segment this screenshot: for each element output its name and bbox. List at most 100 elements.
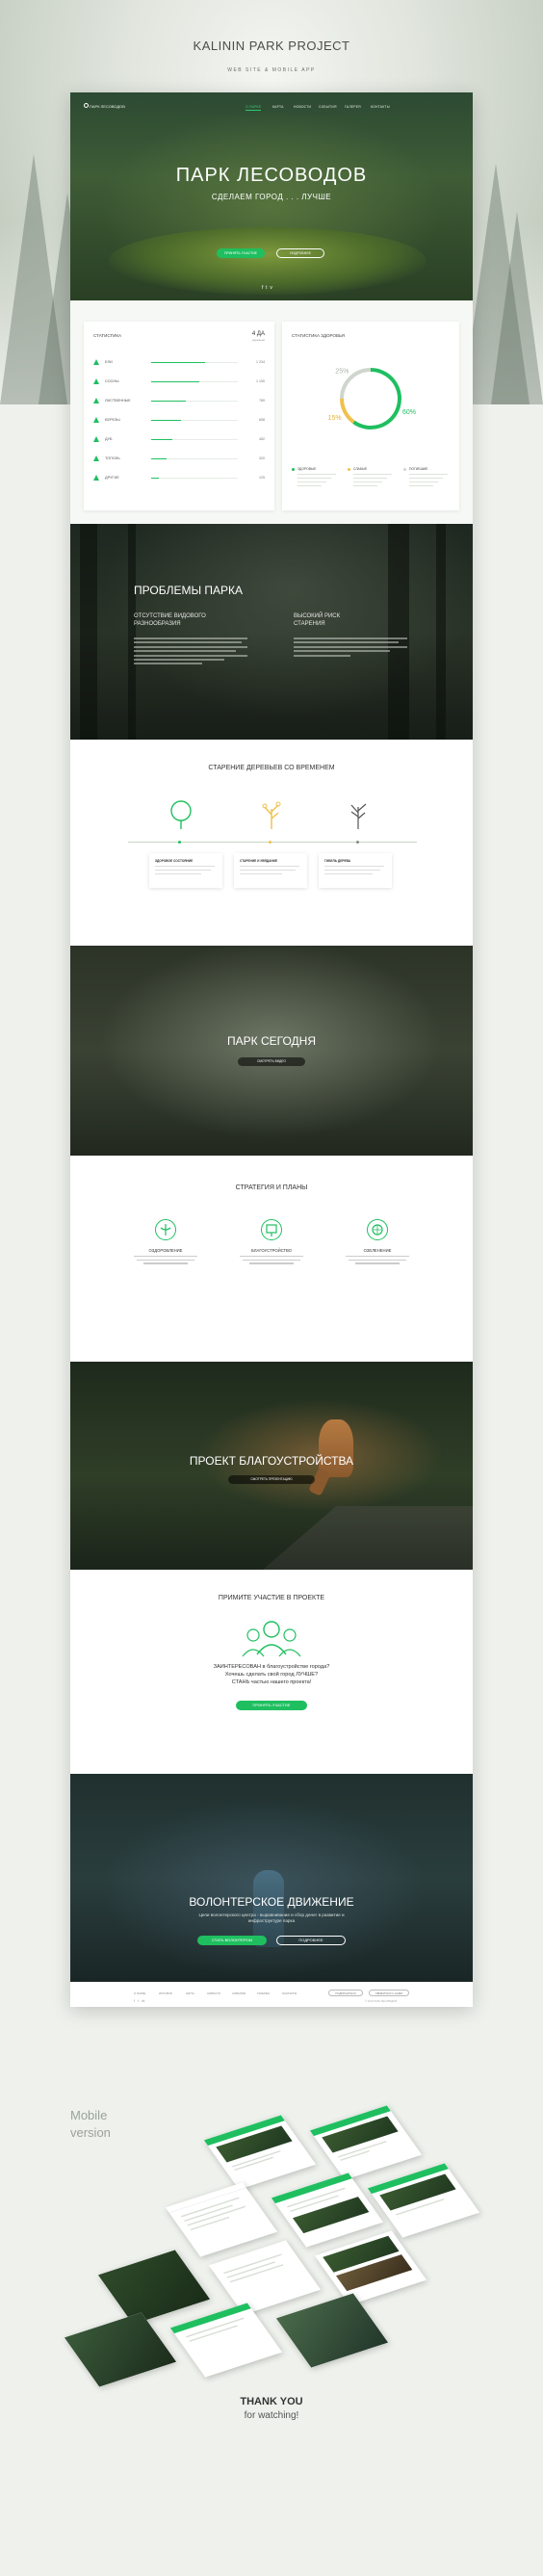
- nav-item-gallery[interactable]: ГАЛЕРЕЯ: [345, 105, 361, 109]
- view-presentation-button[interactable]: СМОТРЕТЬ ПРЕЗЕНТАЦИЮ: [228, 1475, 315, 1484]
- legend-text-line: [409, 481, 438, 483]
- tree-icon: [93, 398, 99, 403]
- strategy-greening-title: ОЗЕЛЕНЕНИЕ: [363, 1248, 392, 1253]
- deer-image: [319, 1419, 353, 1477]
- footer-facebook-icon[interactable]: f: [134, 1999, 135, 2003]
- improvement-icon: [261, 1219, 282, 1240]
- problems-title: ПРОБЛЕМЫ ПАРКА: [134, 584, 244, 597]
- footer-link-about[interactable]: О ПАРКЕ: [134, 1991, 145, 1995]
- footer-link-contacts[interactable]: КОНТАКТЫ: [282, 1991, 297, 1995]
- nav-item-map[interactable]: КАРТА: [272, 105, 284, 109]
- stat-row-value: 125: [259, 476, 265, 480]
- thank-you-title: THANK YOU: [240, 2396, 303, 2407]
- donut-label: 60%: [402, 409, 416, 416]
- legend-text-line: [353, 481, 382, 483]
- footer-social-icons: f t vk: [134, 1999, 144, 2003]
- stat-bar-fill: [151, 420, 181, 422]
- nav-item-about[interactable]: О ПАРКЕ: [246, 105, 261, 109]
- tree-icon: [93, 378, 99, 384]
- legend-text-line: [297, 478, 331, 480]
- improvement-project-section: ПРОЕКТ БЛАГОУСТРОЙСТВА СМОТРЕТЬ ПРЕЗЕНТА…: [70, 1362, 473, 1570]
- twitter-icon[interactable]: t: [266, 285, 267, 291]
- stat-bar-fill: [151, 439, 172, 441]
- legend-text-line: [353, 485, 377, 487]
- legend-label: ПОГИБШИЕ: [409, 467, 428, 471]
- participate-title: ПРИМИТЕ УЧАСТИЕ В ПРОЕКТЕ: [218, 1595, 325, 1601]
- legend-label: СЛАБЫЕ: [353, 467, 368, 471]
- nav-item-news[interactable]: НОВОСТИ: [294, 105, 311, 109]
- subscribe-button[interactable]: ПОДПИСАТЬСЯ: [328, 1990, 363, 1996]
- strategy-healing-text: [134, 1256, 197, 1264]
- tree-icon: [93, 417, 99, 423]
- legend-label: ЗДОРОВЫЕ: [297, 467, 317, 471]
- footer-vk-icon[interactable]: vk: [142, 1999, 145, 2003]
- watch-video-button[interactable]: СМОТРЕТЬ ВИДЕО: [238, 1057, 305, 1066]
- nav-item-events[interactable]: СОБЫТИЯ: [319, 105, 337, 109]
- donut-segment: [340, 398, 355, 424]
- become-volunteer-button[interactable]: СТАТЬ ВОЛОНТЕРОМ: [197, 1936, 267, 1945]
- hero-section: ПАРК ЛЕСОВОДОВ О ПАРКЕ КАРТА НОВОСТИ СОБ…: [70, 92, 473, 300]
- footer-link-news[interactable]: НОВОСТИ: [207, 1991, 220, 1995]
- tree-icon: [93, 455, 99, 461]
- statistics-section: СТАТИСТИКА 4 ДА деревьев ЕЛИ 1 234 СОСНЫ 1 …: [70, 300, 473, 524]
- footer-link-history[interactable]: ИСТОРИЯ: [159, 1991, 172, 1995]
- tree-icon: [93, 359, 99, 365]
- project-title: ПРОЕКТ БЛАГОУСТРОЙСТВА: [189, 1454, 354, 1468]
- aging-timeline: [128, 842, 417, 843]
- stat-bar-fill: [151, 458, 168, 460]
- stat-row-value: 320: [259, 456, 265, 460]
- mobile-screen: [314, 2230, 427, 2305]
- volunteers-more-button[interactable]: ПОДРОБНЕЕ: [276, 1936, 346, 1945]
- mobile-screen: [271, 2173, 384, 2248]
- contact-us-button[interactable]: СВЯЗАТЬСЯ С НАМИ: [369, 1990, 409, 1996]
- stat-row-value: 658: [259, 418, 265, 422]
- nav-logo[interactable]: ПАРК ЛЕСОВОДОВ: [90, 104, 125, 109]
- stat-row-value: 452: [259, 437, 265, 441]
- hero-more-button[interactable]: ПОДРОБНЕЕ: [276, 248, 324, 258]
- presentation-title: KALININ PARK PROJECT: [193, 39, 350, 53]
- participate-line-3: СТАНЬ частью нашего проекта!: [231, 1679, 312, 1685]
- footer-link-gallery[interactable]: ГАЛЕРЕЯ: [257, 1991, 270, 1995]
- footer-link-events[interactable]: СОБЫТИЯ: [232, 1991, 246, 1995]
- strategy-healing-title: ОЗДОРОВЛЕНИЕ: [148, 1248, 183, 1253]
- mobile-screen: [97, 2250, 211, 2325]
- mobile-screen: [203, 2115, 317, 2190]
- donut-segment: [352, 368, 401, 429]
- footer-twitter-icon[interactable]: t: [138, 1999, 139, 2003]
- stat-row-value: 1 100: [256, 379, 265, 383]
- stats-total: 4 ДА: [251, 331, 265, 337]
- legend-text-line: [353, 478, 387, 480]
- hero-participate-button[interactable]: ПРИНЯТЬ УЧАСТИЕ: [217, 248, 265, 258]
- stat-row-label: ДУБ: [105, 437, 113, 441]
- participate-line-1: ЗАИНТЕРЕСОВАН в благоустройстве города?: [213, 1664, 330, 1670]
- healing-icon: [155, 1219, 176, 1240]
- participate-line-2: Хочешь сделать свой город ЛУЧШЕ?: [224, 1672, 319, 1678]
- stat-row-label: ДРУГИЕ: [105, 476, 119, 480]
- stat-bar-fill: [151, 401, 186, 403]
- aging-tree-icon: [262, 801, 281, 829]
- legend-text-line: [297, 481, 326, 483]
- mobile-version-label: Mobile version: [70, 2108, 111, 2140]
- facebook-icon[interactable]: f: [262, 285, 263, 291]
- mobile-screen: [64, 2312, 177, 2387]
- aging-section: СТАРЕНИЕ ДЕРЕВЬЕВ СО ВРЕМЕНЕМ ЗДОРОВОЕ С…: [70, 740, 473, 946]
- health-title: СТАТИСТИКА ЗДОРОВЬЯ: [292, 333, 345, 338]
- stats-title: СТАТИСТИКА: [93, 333, 122, 338]
- stat-row-label: ЕЛИ: [105, 360, 113, 364]
- stat-bar-track: [151, 478, 238, 480]
- healthy-tree-icon: [170, 800, 192, 829]
- greening-icon: [367, 1219, 388, 1240]
- problems-section: ПРОБЛЕМЫ ПАРКА ОТСУТСТВИЕ ВИДОВОГО РАЗНО…: [70, 524, 473, 740]
- stat-row-label: СОСНЫ: [105, 379, 119, 383]
- hero-subtitle: СДЕЛАЕМ ГОРОД . . . ЛУЧШЕ: [211, 193, 332, 201]
- stat-bar-fill: [151, 381, 199, 383]
- hero-title: ПАРК ЛЕСОВОДОВ: [175, 165, 368, 186]
- nav-item-contacts[interactable]: КОНТАКТЫ: [371, 105, 390, 109]
- vk-icon[interactable]: v: [270, 285, 272, 291]
- footer-link-map[interactable]: КАРТА: [186, 1991, 194, 1995]
- problem-aging-text: [294, 637, 407, 657]
- footer-copyright: © 2016 ПАРК ЛЕСОВОДОВ: [365, 2000, 398, 2003]
- participate-button[interactable]: ПРИНЯТЬ УЧАСТИЕ: [236, 1701, 307, 1710]
- legend-text-line: [297, 474, 336, 476]
- mobile-screen: [367, 2163, 480, 2238]
